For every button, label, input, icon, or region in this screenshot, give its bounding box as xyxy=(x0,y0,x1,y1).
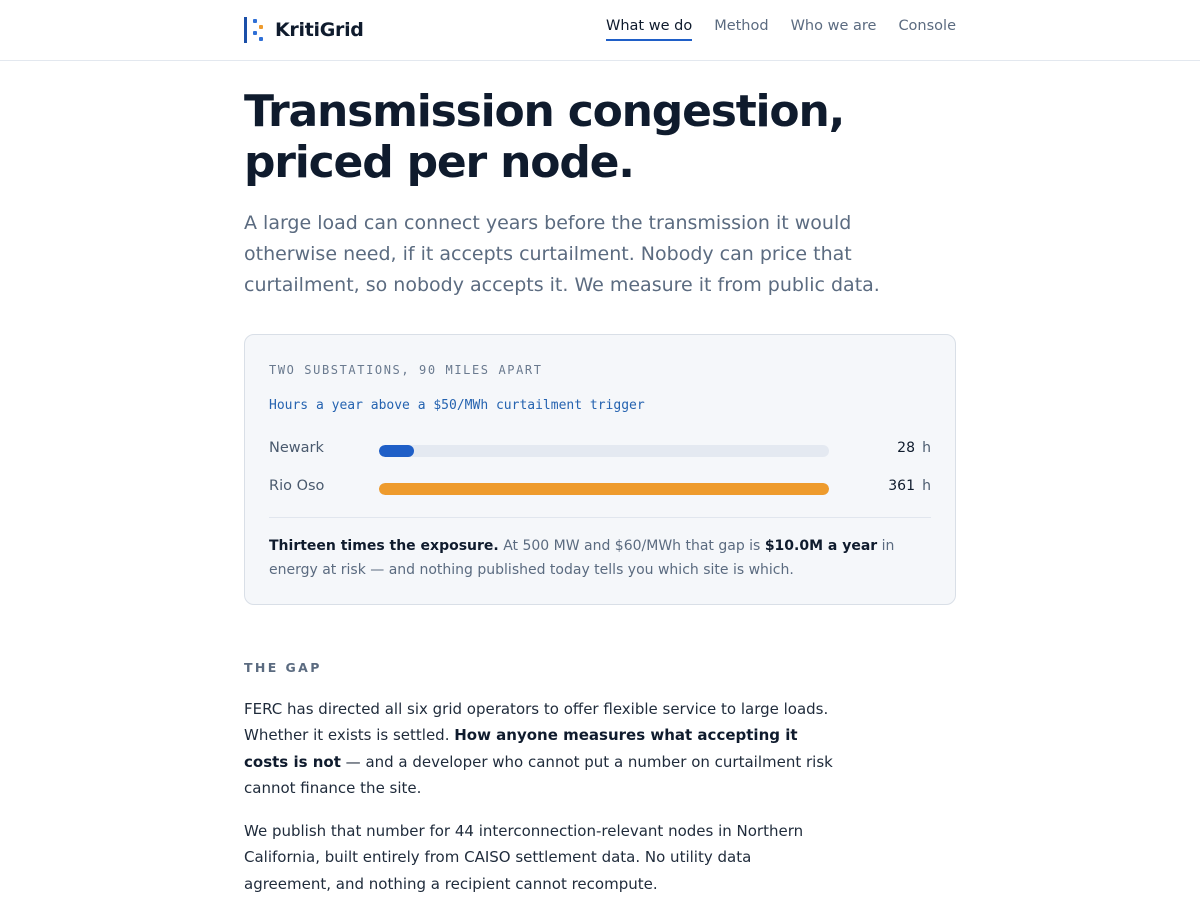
brand-logo-link[interactable]: KritiGrid xyxy=(244,16,364,44)
bar-fill xyxy=(379,483,829,495)
nav-link-console[interactable]: Console xyxy=(898,18,956,41)
hero-lede: A large load can connect years before th… xyxy=(244,212,880,296)
hero-title-line-1: Transmission congestion, xyxy=(244,86,845,137)
section-eyebrow-the-gap: THE GAP xyxy=(244,660,322,675)
bar-fill xyxy=(379,445,414,457)
bar-unit: h xyxy=(922,440,931,456)
bar-value: 28 xyxy=(897,440,915,456)
bar-value: 361 xyxy=(888,478,915,494)
brand-name: KritiGrid xyxy=(275,19,364,41)
top-navigation-bar: KritiGrid What we do Method Who we are C… xyxy=(0,0,1200,61)
kritigrid-logo-icon xyxy=(244,17,266,43)
hero-title-line-2: priced per node. xyxy=(244,137,635,188)
card-subtitle: Hours a year above a $50/MWh curtailment… xyxy=(269,398,645,413)
card-divider xyxy=(269,517,931,518)
nav-link-who-we-are[interactable]: Who we are xyxy=(791,18,877,41)
gap-paragraph-2: We publish that number for 44 interconne… xyxy=(244,822,804,893)
card-note-part-1: At 500 MW and $60/MWh that gap is xyxy=(498,538,765,554)
substation-comparison-card: TWO SUBSTATIONS, 90 MILES APART Hours a … xyxy=(244,334,956,605)
card-note: Thirteen times the exposure. At 500 MW a… xyxy=(269,534,931,582)
bar-unit: h xyxy=(922,478,931,494)
nav-link-method[interactable]: Method xyxy=(714,18,768,41)
card-eyebrow: TWO SUBSTATIONS, 90 MILES APART xyxy=(269,363,543,377)
gap-paragraph-1: FERC has directed all six grid operators… xyxy=(244,696,834,801)
hero-title: Transmission congestion, priced per node… xyxy=(244,86,884,188)
bar-label: Newark xyxy=(269,440,324,456)
bar-track xyxy=(379,483,829,495)
nav-link-what-we-do[interactable]: What we do xyxy=(606,18,693,41)
card-note-strong: Thirteen times the exposure. xyxy=(269,538,499,554)
main-nav: What we do Method Who we are Console xyxy=(584,18,956,41)
bar-track xyxy=(379,445,829,457)
bar-row-rio-oso: Rio Oso 361 h xyxy=(269,476,931,500)
card-note-amount: $10.0M a year xyxy=(764,538,878,554)
bar-label: Rio Oso xyxy=(269,478,325,494)
bar-row-newark: Newark 28 h xyxy=(269,438,931,462)
